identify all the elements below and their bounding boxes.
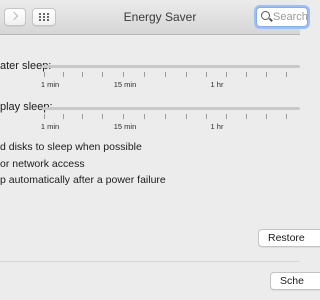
- tick-label: 1 hr: [210, 122, 224, 131]
- search-icon: [261, 11, 270, 20]
- forward-button[interactable]: [4, 8, 26, 26]
- show-all-button[interactable]: [32, 8, 56, 26]
- option-hard-disks-sleep[interactable]: d disks to sleep when possible: [0, 141, 142, 153]
- computer-sleep-slider[interactable]: [42, 65, 300, 68]
- display-sleep-slider[interactable]: [42, 107, 300, 110]
- grid-icon: [39, 13, 49, 22]
- tick-label: 1 min: [40, 122, 60, 131]
- option-restart-power-failure[interactable]: p automatically after a power failure: [0, 174, 166, 186]
- display-sleep-ticks: [0, 114, 300, 120]
- divider: [0, 261, 300, 262]
- tick-label: 1 min: [40, 80, 60, 89]
- search-input[interactable]: [273, 9, 313, 25]
- window-title: Energy Saver: [123, 10, 197, 24]
- tick-label: 15 min: [113, 80, 137, 89]
- option-wake-network[interactable]: or network access: [0, 158, 85, 170]
- window-titlebar: Energy Saver: [0, 0, 313, 35]
- tick-label: 1 hr: [210, 80, 224, 89]
- schedule-button[interactable]: Sche: [270, 272, 320, 290]
- computer-sleep-ticks: [0, 72, 300, 78]
- tick-label: 15 min: [113, 122, 137, 131]
- search-field[interactable]: [256, 7, 313, 27]
- restore-defaults-button[interactable]: Restore: [258, 229, 320, 247]
- chevron-right-icon: [9, 11, 19, 21]
